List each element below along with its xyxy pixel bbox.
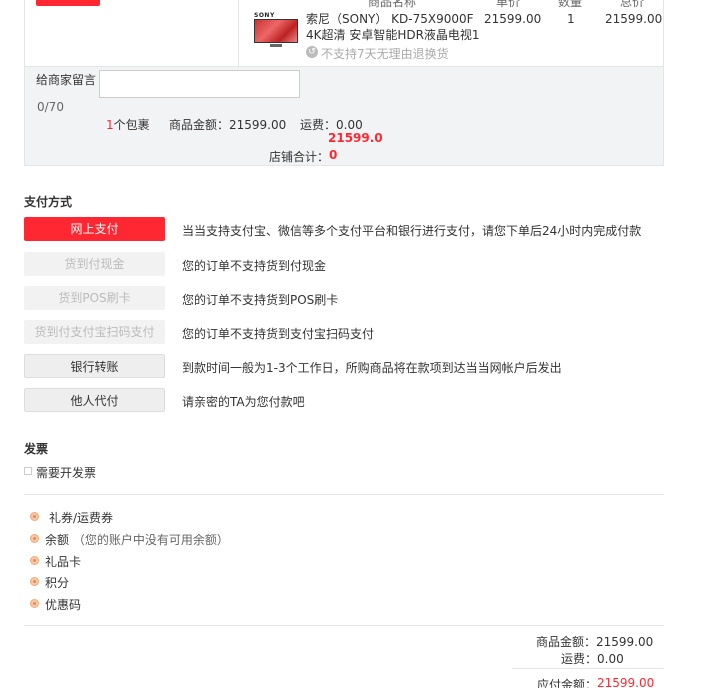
- pay-by-others-button[interactable]: 他人代付: [24, 388, 165, 412]
- pay-online-button[interactable]: 网上支付: [24, 217, 165, 241]
- package-count-number: 1: [106, 118, 114, 132]
- expand-points-icon[interactable]: [30, 577, 39, 586]
- pay-online-desc: 当当支持支付宝、微信等多个支付平台和银行进行支付，请您下单后24小时内完成付款: [182, 224, 642, 238]
- balance-note: （您的账户中没有可用余额）: [72, 533, 229, 547]
- tv-stand-graphic: [270, 44, 282, 47]
- divider: [512, 668, 664, 669]
- product-name-line1: 索尼（SONY） KD-75X9000F: [306, 12, 474, 26]
- no-return-icon: ↺: [306, 46, 318, 58]
- payable-value: 21599.00: [597, 676, 655, 688]
- store-total-value: 0: [329, 148, 338, 162]
- line-total: 21599.00: [605, 12, 663, 26]
- pay-cod-alipay-button[interactable]: 货到付支付宝扫码支付: [24, 320, 165, 344]
- goods-amount: 商品金额：21599.00: [169, 118, 287, 132]
- product-name-link[interactable]: 索尼（SONY） KD-75X9000F 4K超清 安卓智能HDR液晶电视1: [306, 11, 480, 43]
- char-count: 0/70: [37, 100, 64, 114]
- expand-giftcard-icon[interactable]: [30, 556, 39, 565]
- divider: [24, 494, 664, 495]
- return-policy-text: 不支持7天无理由退换货: [321, 47, 449, 61]
- pay-bank-transfer-desc: 到款时间一般为1-3个工作日，所购商品将在款项到达当当网帐户后发出: [182, 361, 562, 375]
- balance-label: 余额: [45, 533, 70, 547]
- promo-code-option[interactable]: 优惠码: [45, 596, 81, 613]
- total-goods-amount: 商品金额：21599.00: [536, 635, 654, 649]
- package-count: 1个包裹: [106, 116, 150, 133]
- brand-logo: SONY: [254, 12, 275, 19]
- coupon-option[interactable]: 礼券/运费券: [49, 509, 113, 526]
- message-label: 给商家留言: [36, 73, 97, 87]
- pay-by-others-desc: 请亲密的TA为您付款吧: [182, 395, 305, 409]
- quantity: 1: [567, 12, 575, 26]
- divider: [24, 625, 664, 626]
- tv-screen-graphic: [254, 19, 298, 43]
- invoice-section-title: 发票: [24, 442, 49, 456]
- total-shipping: 运费：0.00: [561, 652, 624, 666]
- expand-promo-code-icon[interactable]: [30, 599, 39, 608]
- points-option[interactable]: 积分: [45, 574, 69, 591]
- expand-balance-icon[interactable]: [30, 534, 39, 543]
- store-badge: [36, 0, 100, 6]
- pay-bank-transfer-button[interactable]: 银行转账: [24, 354, 165, 378]
- unit-price: 21599.00: [484, 12, 542, 26]
- header-quantity: 数量: [558, 0, 583, 9]
- invoice-checkbox[interactable]: [24, 467, 32, 475]
- invoice-checkbox-label[interactable]: 需要开发票: [36, 464, 96, 481]
- header-product-name: 商品名称: [368, 0, 417, 9]
- store-total-label: 店铺合计：: [269, 150, 330, 164]
- giftcard-option[interactable]: 礼品卡: [45, 553, 81, 570]
- payable-label: 应付金额：: [537, 678, 598, 688]
- payment-section-title: 支付方式: [24, 195, 73, 209]
- pay-cod-pos-desc: 您的订单不支持货到POS刷卡: [182, 293, 339, 307]
- pay-cod-cash-desc: 您的订单不支持货到付现金: [182, 259, 327, 273]
- pay-cod-alipay-desc: 您的订单不支持货到支付宝扫码支付: [182, 327, 375, 341]
- header-total: 总价: [620, 0, 645, 9]
- balance-option[interactable]: 余额 （您的账户中没有可用余额）: [45, 531, 229, 548]
- pay-cod-cash-button[interactable]: 货到付现金: [24, 252, 165, 276]
- product-name-line2: 4K超清 安卓智能HDR液晶电视1: [306, 28, 480, 42]
- store-amount: 21599.0: [328, 131, 383, 145]
- product-image[interactable]: SONY: [252, 12, 300, 51]
- column-divider: [238, 0, 239, 66]
- expand-coupon-icon[interactable]: [30, 512, 39, 521]
- header-unit-price: 单价: [496, 0, 521, 9]
- seller-message-input[interactable]: [99, 70, 300, 98]
- package-count-text: 个包裹: [113, 118, 150, 132]
- pay-cod-pos-button[interactable]: 货到POS刷卡: [24, 286, 165, 310]
